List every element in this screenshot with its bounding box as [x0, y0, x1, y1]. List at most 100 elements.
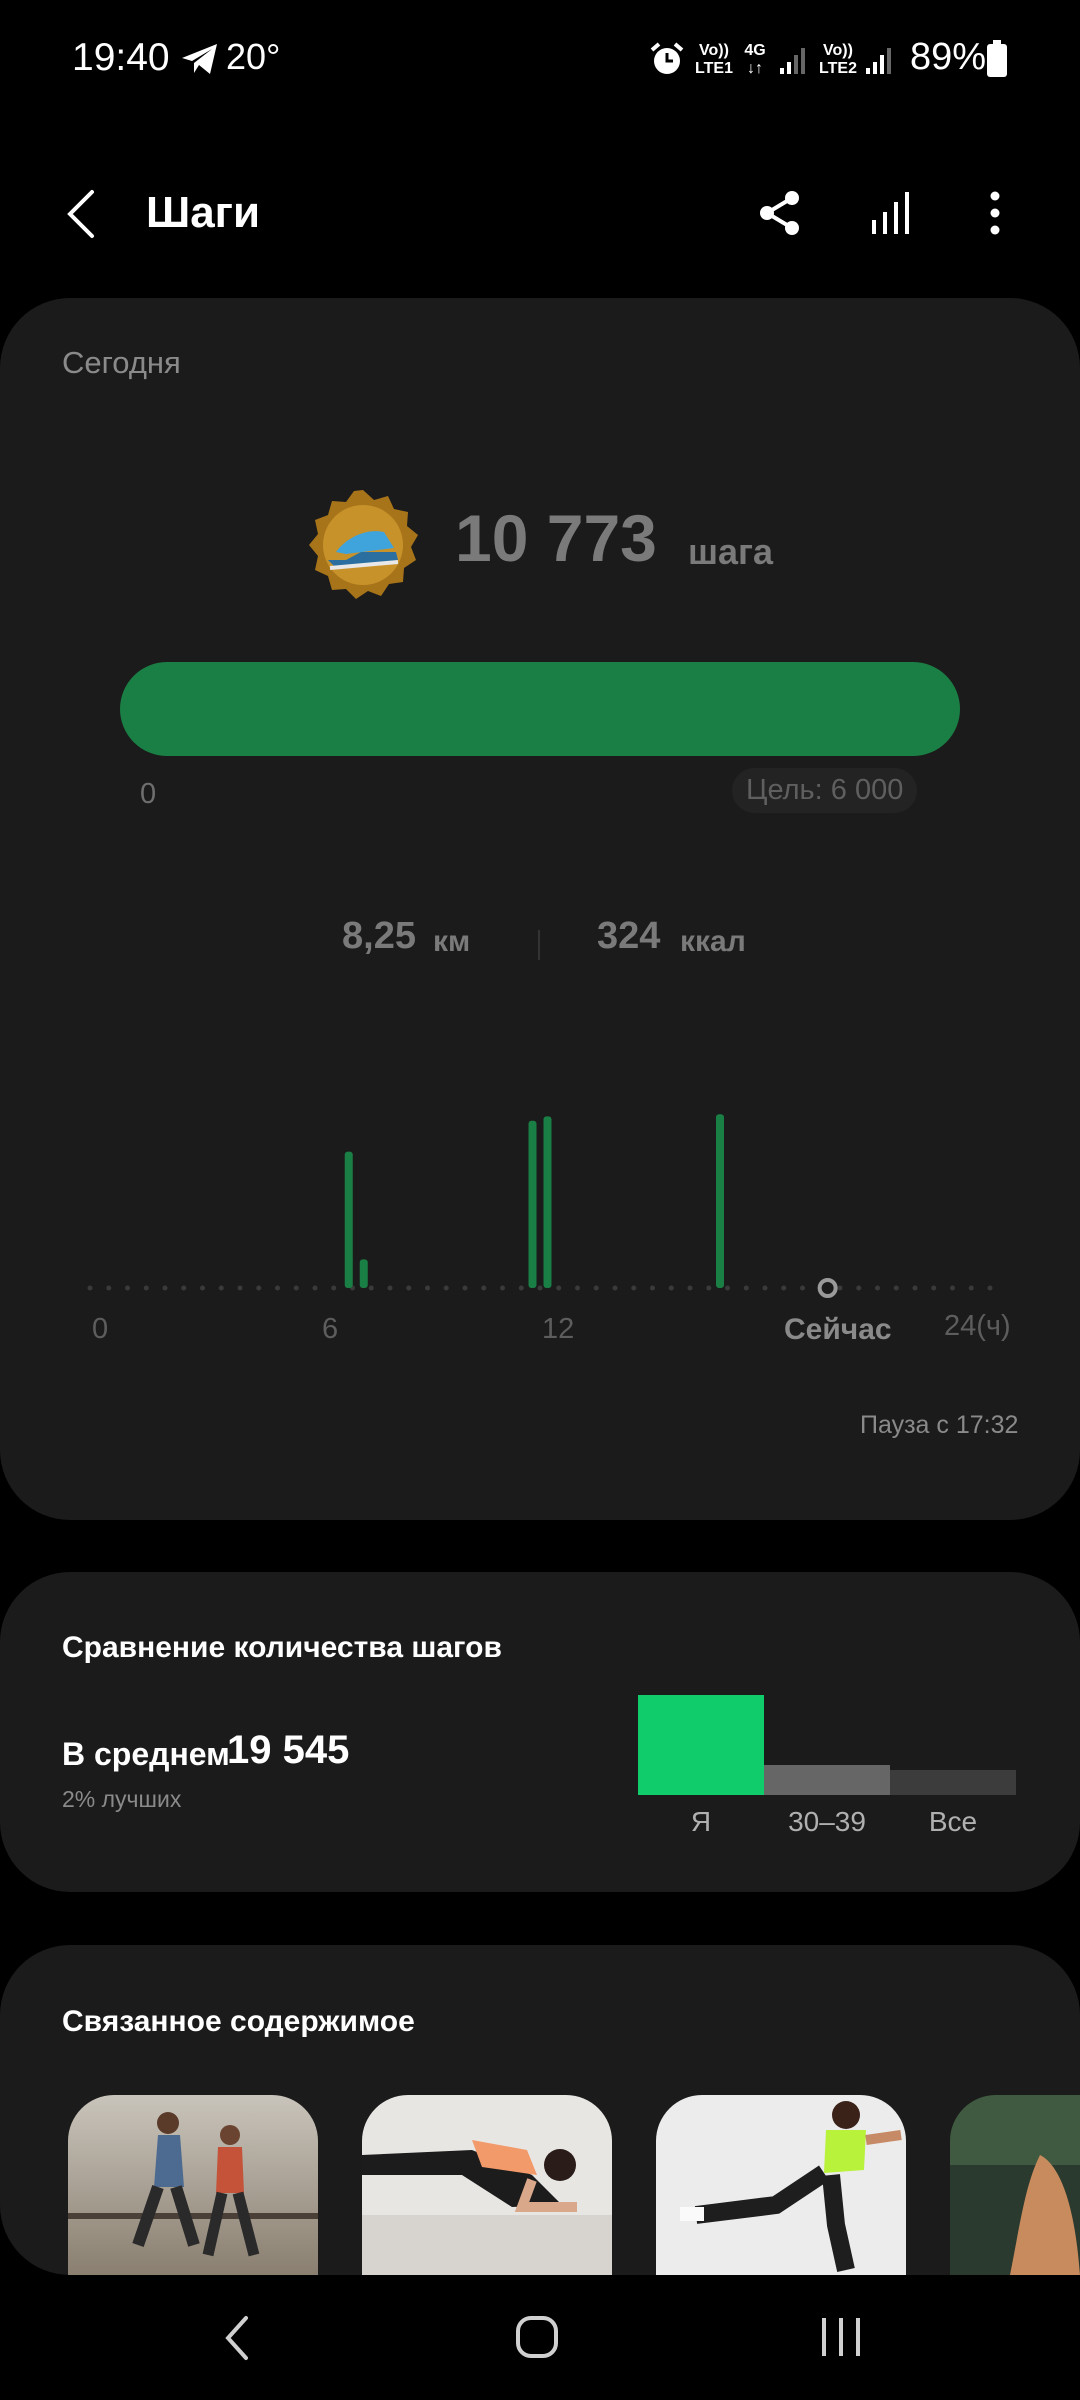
baseline-dot: [256, 1285, 262, 1291]
baseline-dot: [237, 1285, 243, 1291]
status-time: 19:40: [72, 36, 170, 79]
today-card: [0, 298, 1080, 1520]
hour-bar: [716, 1114, 724, 1288]
baseline-dot: [87, 1285, 93, 1291]
nav-recents-icon[interactable]: [816, 2312, 866, 2362]
battery-icon: [987, 40, 1007, 77]
related-item-plank[interactable]: [362, 2095, 612, 2275]
hour-bar: [359, 1259, 368, 1288]
lunge-image: [656, 2095, 906, 2275]
distance-unit: км: [433, 925, 471, 958]
battery-percent: 89%: [910, 36, 987, 78]
nav-home-icon[interactable]: [514, 2312, 560, 2362]
running-image: [68, 2095, 318, 2275]
average-label: В среднем: [62, 1736, 230, 1772]
tick-label-24: 24(ч): [944, 1310, 1011, 1342]
related-content-title: Связанное содержимое: [62, 2005, 415, 2038]
steps-progress-bar: [120, 662, 960, 756]
baseline-dot: [462, 1285, 468, 1291]
average-value: 19 545: [227, 1728, 350, 1772]
bar-label-age: 30–39: [788, 1806, 866, 1837]
baseline-dot: [950, 1285, 955, 1291]
signal-2-icon: [866, 48, 891, 74]
goal-label[interactable]: Цель: 6 000: [732, 768, 918, 813]
tick-label-12: 12: [542, 1313, 575, 1345]
hourly-steps-chart[interactable]: [80, 1080, 1020, 1330]
baseline-dot: [200, 1285, 205, 1291]
calories-value: 324: [597, 915, 661, 957]
telegram-icon: [182, 44, 217, 74]
baseline-dot: [218, 1285, 224, 1291]
baseline-dot: [781, 1285, 787, 1291]
baseline-dot: [387, 1285, 393, 1291]
bar-label-me: Я: [690, 1806, 712, 1837]
baseline-dot: [800, 1285, 805, 1291]
baseline-dot: [743, 1285, 749, 1291]
baseline-dot: [312, 1285, 318, 1291]
baseline-dot: [706, 1285, 712, 1291]
today-label: Сегодня: [62, 345, 181, 380]
baseline-dot: [725, 1285, 730, 1291]
baseline-dot: [687, 1285, 693, 1291]
baseline-dot: [593, 1285, 599, 1291]
tick-label-now: Сейчас: [784, 1313, 892, 1346]
baseline-dot: [837, 1285, 843, 1291]
baseline-dot: [162, 1285, 168, 1291]
baseline-dot: [762, 1285, 768, 1291]
baseline-dot: [537, 1285, 543, 1291]
baseline-dot: [518, 1285, 524, 1291]
lte1-indicator: Vo)) LTE1: [695, 42, 733, 77]
baseline-dot: [406, 1285, 412, 1291]
calories-unit: ккал: [680, 925, 746, 958]
now-marker: [817, 1278, 838, 1298]
comparison-bar: [764, 1765, 890, 1795]
baseline-dot: [106, 1285, 112, 1291]
baseline-dot: [481, 1285, 487, 1291]
baseline-dot: [575, 1285, 580, 1291]
tick-label-6: 6: [322, 1313, 339, 1345]
rank-text: 2% лучших: [62, 1786, 182, 1812]
network-type-indicator: 4G ↓↑: [744, 42, 766, 77]
gym-image: [950, 2095, 1080, 2275]
baseline-dot: [931, 1285, 937, 1291]
hour-bar: [543, 1116, 552, 1288]
progress-start-label: 0: [140, 778, 157, 810]
related-item-lunge[interactable]: [656, 2095, 906, 2275]
baseline-dot: [331, 1285, 337, 1291]
related-item-gym[interactable]: [950, 2095, 1080, 2275]
tick-label-0: 0: [92, 1313, 109, 1345]
baseline-dot: [650, 1285, 655, 1291]
baseline-dot: [125, 1285, 130, 1291]
back-button[interactable]: [60, 186, 104, 242]
baseline-dot: [425, 1285, 430, 1291]
related-item-running[interactable]: [68, 2095, 318, 2275]
nav-back-icon[interactable]: [218, 2310, 258, 2366]
lte2-indicator: Vo)) LTE2: [819, 42, 857, 77]
baseline-dot: [143, 1285, 149, 1291]
distance-value: 8,25: [342, 915, 416, 957]
baseline-dot: [875, 1285, 880, 1291]
comparison-bar: [890, 1770, 1016, 1795]
baseline-dot: [856, 1285, 862, 1291]
steps-count: 10 773: [455, 501, 657, 575]
baseline-dot: [556, 1285, 562, 1291]
steps-unit: шага: [688, 531, 774, 572]
baseline-dot: [912, 1285, 918, 1291]
baseline-dot: [631, 1285, 637, 1291]
baseline-dot: [293, 1285, 299, 1291]
hour-bar: [528, 1120, 537, 1288]
page-title: Шаги: [146, 188, 261, 237]
baseline-dot: [612, 1285, 618, 1291]
baseline-dot: [443, 1285, 449, 1291]
baseline-dot: [275, 1285, 280, 1291]
more-options-icon[interactable]: [980, 188, 1010, 238]
bar-label-all: Все: [928, 1806, 978, 1837]
share-icon[interactable]: [755, 188, 805, 238]
status-temperature: 20°: [226, 36, 281, 77]
baseline-dot: [893, 1285, 899, 1291]
signal-1-icon: [780, 48, 805, 74]
steps-badge-icon: [309, 490, 418, 599]
comparison-bar: [638, 1695, 764, 1795]
trends-icon[interactable]: [866, 188, 916, 238]
stats-divider: [538, 930, 540, 960]
